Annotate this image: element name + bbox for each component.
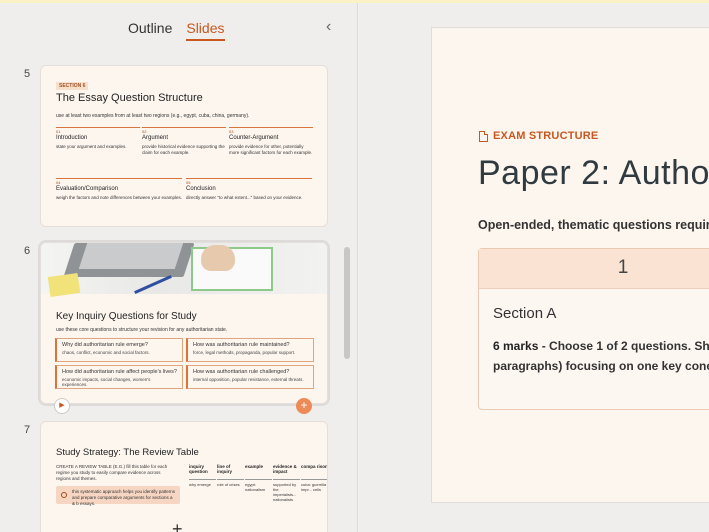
thumb-subtitle: use these core questions to structure yo…: [56, 327, 228, 333]
structure-item: 05 Conclusion directly answer "to what e…: [186, 178, 312, 201]
thumb-subtitle: CREATE A REVIEW TABLE (E.G.) fill this t…: [56, 464, 168, 481]
document-icon: [479, 130, 488, 142]
thumb-title: The Essay Question Structure: [56, 92, 203, 104]
slides-sidebar: Outline Slides ‹ 5 SECTION 6 The Essay Q…: [0, 3, 358, 532]
eyebrow-text: EXAM STRUCTURE: [493, 130, 599, 142]
question-box: How was authoritarian rule maintained? f…: [186, 338, 314, 362]
thumb-subtitle: use at least two examples from at least …: [56, 113, 250, 119]
slide-canvas-area: EXAM STRUCTURE Paper 2: Authoritarian St…: [359, 3, 709, 532]
card-line-1: - Choose 1 of 2 questions. Short essay (…: [541, 339, 709, 353]
card-section-title: Section A: [493, 305, 557, 322]
thumb-title: Key Inquiry Questions for Study: [56, 311, 197, 322]
eyebrow: EXAM STRUCTURE: [479, 130, 598, 142]
structure-item: 04 Evaluation/Comparison weigh the facto…: [56, 178, 182, 200]
section-badge: SECTION 6: [56, 82, 89, 90]
play-icon[interactable]: ▶: [54, 398, 70, 414]
question-box: How was authoritarian rule challenged? i…: [186, 365, 314, 389]
view-tabs: Outline Slides: [128, 20, 225, 41]
slide-thumbnail-5[interactable]: SECTION 6 The Essay Question Structure u…: [40, 65, 328, 227]
callout-box: this systematic approach helps you ident…: [56, 486, 180, 506]
slide-intro[interactable]: Open-ended, thematic questions requiring…: [478, 218, 709, 232]
card-number: 1: [479, 249, 709, 289]
slide-number: 5: [24, 68, 31, 80]
add-slide-icon[interactable]: +: [296, 398, 312, 414]
slide-thumbnail-6[interactable]: Key Inquiry Questions for Study use thes…: [38, 240, 330, 406]
current-slide[interactable]: EXAM STRUCTURE Paper 2: Authoritarian St…: [431, 27, 709, 503]
review-table: inquiry question why emerge line of inqui…: [189, 464, 328, 502]
card-line-2: paragraphs) focusing on one key concept.: [493, 359, 709, 373]
card-marks: 6 marks: [493, 339, 539, 353]
thumb-photo: [41, 243, 327, 297]
slide-title[interactable]: Paper 2: Authoritarian States: [478, 154, 709, 193]
sidebar-scrollbar[interactable]: [344, 247, 350, 359]
structure-item: 02 Argument provide historical evidence …: [142, 127, 226, 155]
chevron-left-icon[interactable]: ‹: [326, 19, 340, 35]
section-card[interactable]: 1 Section A 6 marks - Choose 1 of 2 ques…: [478, 248, 709, 410]
structure-item: 01 Introduction state your argument and …: [56, 127, 140, 150]
plus-icon[interactable]: +: [172, 519, 183, 532]
tab-outline[interactable]: Outline: [128, 20, 172, 41]
slide-number: 6: [24, 245, 31, 257]
tab-slides[interactable]: Slides: [186, 20, 225, 41]
card-description: 6 marks - Choose 1 of 2 questions. Short…: [493, 336, 709, 376]
thumb-title: Study Strategy: The Review Table: [56, 447, 199, 458]
slide-thumbnail-7[interactable]: Study Strategy: The Review Table CREATE …: [40, 421, 328, 532]
structure-item: 03 Counter-Argument provide evidence for…: [229, 127, 313, 155]
question-box: Why did authoritarian rule emerge? chaos…: [55, 338, 183, 362]
question-box: How did authoritarian rule affect people…: [55, 365, 183, 389]
slide-number: 7: [24, 424, 31, 436]
